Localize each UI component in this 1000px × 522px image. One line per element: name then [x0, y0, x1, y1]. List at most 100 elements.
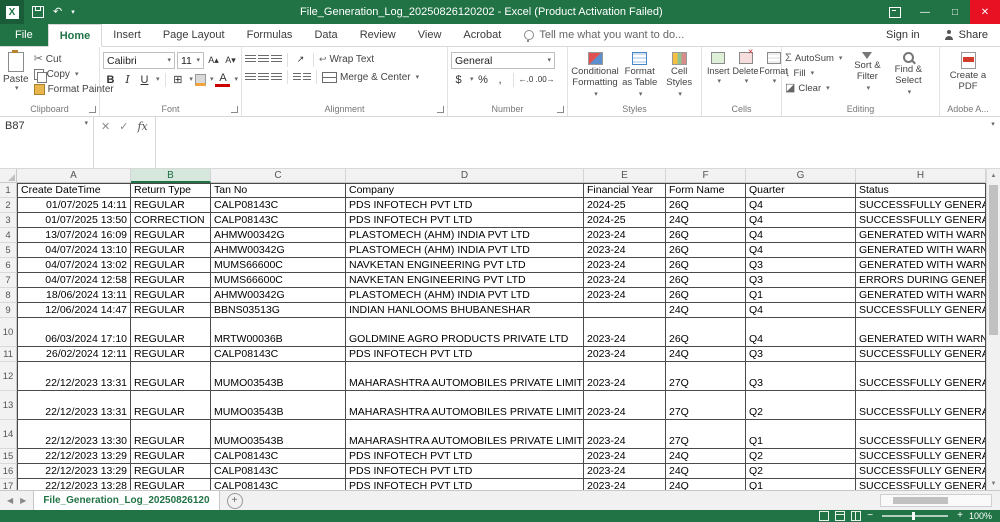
scroll-down-icon[interactable]: ▼: [991, 477, 997, 490]
horizontal-scrollbar-thumb[interactable]: [893, 497, 948, 504]
cell-E8[interactable]: 2023-24: [584, 288, 666, 303]
column-header-G[interactable]: G: [746, 169, 856, 183]
cell-H1[interactable]: Status: [856, 183, 986, 198]
fill-button[interactable]: ↓ Fill ▾: [785, 68, 842, 79]
cell-F4[interactable]: 26Q: [666, 228, 746, 243]
cell-A11[interactable]: 26/02/2024 12:11: [17, 347, 131, 362]
cell-H15[interactable]: SUCCESSFULLY GENERATED: [856, 449, 986, 464]
decrease-indent-icon[interactable]: [293, 73, 301, 82]
number-format-select[interactable]: General ▾: [451, 52, 555, 69]
cell-E16[interactable]: 2023-24: [584, 464, 666, 479]
cell-G2[interactable]: Q4: [746, 198, 856, 213]
cell-A1[interactable]: Create DateTime: [17, 183, 131, 198]
cell-A14[interactable]: 22/12/2023 13:30: [17, 420, 131, 449]
tab-page-layout[interactable]: Page Layout: [152, 24, 236, 46]
cell-B2[interactable]: REGULAR: [131, 198, 211, 213]
cell-C15[interactable]: CALP08143C: [211, 449, 346, 464]
cell-E5[interactable]: 2023-24: [584, 243, 666, 258]
cell-B10[interactable]: REGULAR: [131, 318, 211, 347]
cell-E2[interactable]: 2024-25: [584, 198, 666, 213]
number-dialog-launcher[interactable]: [557, 106, 564, 113]
cell-A16[interactable]: 22/12/2023 13:29: [17, 464, 131, 479]
zoom-out-icon[interactable]: −: [867, 511, 873, 521]
cell-G9[interactable]: Q4: [746, 303, 856, 318]
cell-H17[interactable]: SUCCESSFULLY GENERATED: [856, 479, 986, 490]
tell-me-box[interactable]: Tell me what you want to do...: [512, 24, 696, 46]
cell-H16[interactable]: SUCCESSFULLY GENERATED: [856, 464, 986, 479]
cell-A6[interactable]: 04/07/2024 13:02: [17, 258, 131, 273]
cell-F3[interactable]: 24Q: [666, 213, 746, 228]
cell-H12[interactable]: SUCCESSFULLY GENERATED: [856, 362, 986, 391]
cell-B16[interactable]: REGULAR: [131, 464, 211, 479]
normal-view-icon[interactable]: [819, 511, 829, 521]
cell-E9[interactable]: [584, 303, 666, 318]
cell-G14[interactable]: Q1: [746, 420, 856, 449]
cell-A15[interactable]: 22/12/2023 13:29: [17, 449, 131, 464]
cell-A12[interactable]: 22/12/2023 13:31: [17, 362, 131, 391]
cell-F2[interactable]: 26Q: [666, 198, 746, 213]
formula-input[interactable]: [156, 117, 984, 168]
cell-C6[interactable]: MUMS66600C: [211, 258, 346, 273]
cell-G15[interactable]: Q2: [746, 449, 856, 464]
sheet-tab-active[interactable]: File_Generation_Log_20250826120: [33, 491, 219, 510]
row-header-7[interactable]: 7: [0, 273, 17, 288]
underline-button[interactable]: U: [137, 72, 152, 87]
merge-center-button[interactable]: Merge & Center ▾: [322, 72, 419, 83]
cell-C8[interactable]: AHMW00342G: [211, 288, 346, 303]
cell-G6[interactable]: Q3: [746, 258, 856, 273]
insert-function-icon[interactable]: fx: [137, 120, 147, 133]
comma-style-button[interactable]: ,: [493, 72, 508, 87]
cell-C5[interactable]: AHMW00342G: [211, 243, 346, 258]
cell-G16[interactable]: Q2: [746, 464, 856, 479]
cell-D15[interactable]: PDS INFOTECH PVT LTD: [346, 449, 584, 464]
row-header-15[interactable]: 15: [0, 449, 17, 464]
cell-E12[interactable]: 2023-24: [584, 362, 666, 391]
cell-styles-button[interactable]: Cell Styles ▾: [660, 50, 698, 100]
column-header-H[interactable]: H: [856, 169, 986, 183]
alignment-dialog-launcher[interactable]: [437, 106, 444, 113]
cell-B8[interactable]: REGULAR: [131, 288, 211, 303]
cell-C16[interactable]: CALP08143C: [211, 464, 346, 479]
clear-button[interactable]: ◪ Clear ▾: [785, 83, 842, 94]
insert-cells-button[interactable]: Insert ▾: [705, 50, 732, 87]
cell-D9[interactable]: INDIAN HANLOOMS BHUBANESHAR: [346, 303, 584, 318]
cell-B7[interactable]: REGULAR: [131, 273, 211, 288]
cell-G8[interactable]: Q1: [746, 288, 856, 303]
cell-D6[interactable]: NAVKETAN ENGINEERING PVT LTD: [346, 258, 584, 273]
row-header-13[interactable]: 13: [0, 391, 17, 420]
tab-insert[interactable]: Insert: [102, 24, 152, 46]
cell-H4[interactable]: GENERATED WITH WARNING: [856, 228, 986, 243]
row-header-14[interactable]: 14: [0, 420, 17, 449]
cell-E4[interactable]: 2023-24: [584, 228, 666, 243]
cell-A8[interactable]: 18/06/2024 13:11: [17, 288, 131, 303]
cell-B4[interactable]: REGULAR: [131, 228, 211, 243]
undo-icon[interactable]: ↶: [53, 7, 62, 18]
cell-F13[interactable]: 27Q: [666, 391, 746, 420]
cell-H5[interactable]: GENERATED WITH WARNING: [856, 243, 986, 258]
cell-D1[interactable]: Company: [346, 183, 584, 198]
cell-B13[interactable]: REGULAR: [131, 391, 211, 420]
cell-B11[interactable]: REGULAR: [131, 347, 211, 362]
scroll-up-icon[interactable]: ▲: [991, 169, 997, 182]
format-as-table-button[interactable]: Format as Table ▾: [619, 50, 660, 100]
cell-B3[interactable]: CORRECTION: [131, 213, 211, 228]
font-size-select[interactable]: 11 ▾: [177, 52, 204, 69]
cell-A10[interactable]: 06/03/2024 17:10: [17, 318, 131, 347]
orientation-button[interactable]: ↗: [293, 52, 308, 67]
row-header-11[interactable]: 11: [0, 347, 17, 362]
column-header-D[interactable]: D: [346, 169, 584, 183]
cell-C10[interactable]: MRTW00036B: [211, 318, 346, 347]
close-button[interactable]: ✕: [970, 0, 1000, 24]
cell-B1[interactable]: Return Type: [131, 183, 211, 198]
cell-G4[interactable]: Q4: [746, 228, 856, 243]
cell-D16[interactable]: PDS INFOTECH PVT LTD: [346, 464, 584, 479]
font-color-button[interactable]: A: [215, 72, 230, 87]
cell-G17[interactable]: Q1: [746, 479, 856, 490]
cell-F6[interactable]: 26Q: [666, 258, 746, 273]
select-all-button[interactable]: [0, 169, 17, 183]
sort-filter-button[interactable]: Sort & Filter ▾: [846, 50, 888, 94]
align-middle-icon[interactable]: [258, 55, 269, 64]
font-dialog-launcher[interactable]: [231, 106, 238, 113]
delete-cells-button[interactable]: Delete ▾: [732, 50, 760, 87]
find-select-button[interactable]: Find & Select ▾: [888, 50, 928, 98]
